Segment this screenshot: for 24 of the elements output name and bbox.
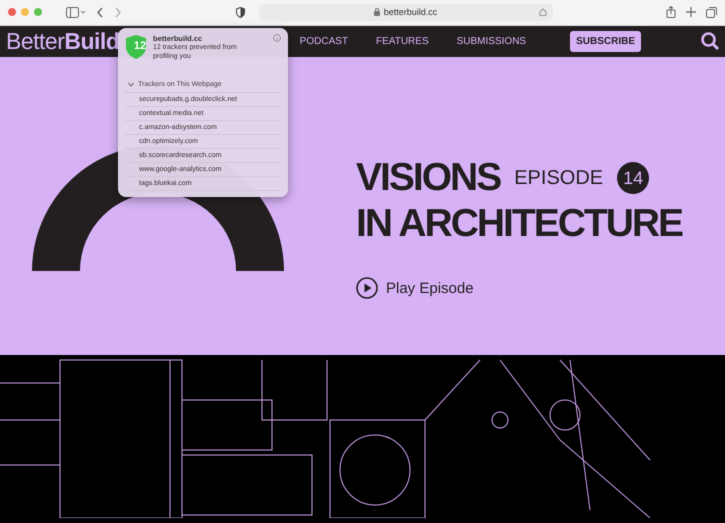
episode-title: IN ARCHITECTURE: [356, 201, 682, 248]
privacy-shield-icon[interactable]: [236, 6, 244, 18]
nav-link[interactable]: PODCAST: [300, 36, 348, 47]
sidebar-icon[interactable]: [66, 6, 86, 18]
search-icon[interactable]: [701, 32, 719, 50]
lock-icon: [374, 8, 380, 16]
tracker-count: 12: [132, 40, 148, 52]
new-tab-icon[interactable]: [686, 7, 696, 18]
address-bar[interactable]: betterbuild.cc: [258, 4, 552, 21]
url-text: betterbuild.cc: [384, 7, 438, 18]
tabs-overview-icon[interactable]: [706, 6, 717, 18]
nav-link[interactable]: SUBMISSIONS: [456, 36, 526, 47]
close-window-icon[interactable]: [8, 8, 16, 16]
back-icon[interactable]: [96, 6, 104, 18]
episode-title: VISIONS: [356, 155, 500, 202]
nav-link[interactable]: FEATURES: [376, 36, 429, 47]
play-episode-button[interactable]: Play Episode: [356, 277, 474, 300]
chevron-icon: [128, 82, 134, 87]
play-icon: [356, 277, 378, 300]
shield-badge-icon: [125, 34, 147, 60]
episode-label: EPISODE: [514, 166, 604, 190]
episode-number: 14: [617, 162, 650, 194]
subscribe-button[interactable]: SUBSCRIBE: [570, 30, 641, 52]
share-icon[interactable]: [666, 6, 676, 18]
